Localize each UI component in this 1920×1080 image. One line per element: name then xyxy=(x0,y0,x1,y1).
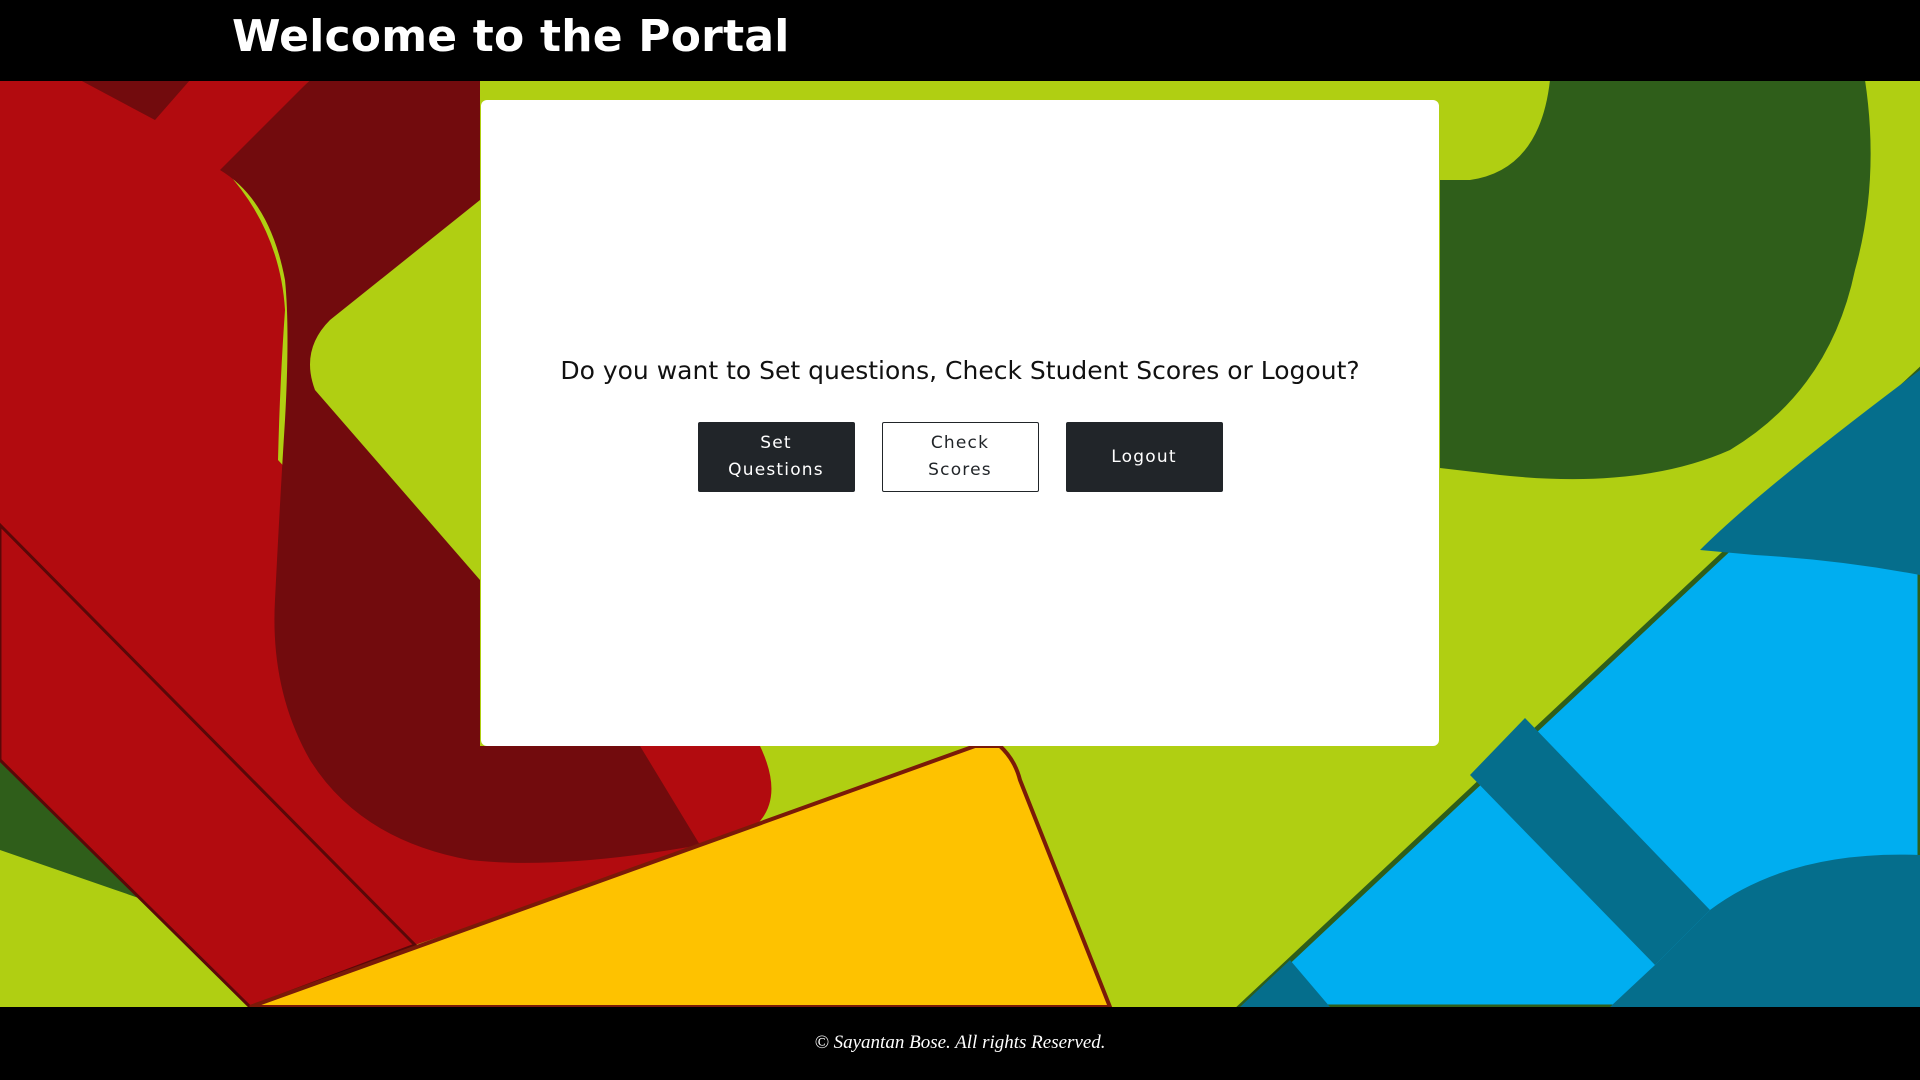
action-button-group: Set Questions Check Scores Logout xyxy=(481,422,1439,492)
choice-card: Do you want to Set questions, Check Stud… xyxy=(481,100,1439,746)
top-header: Welcome to the Portal xyxy=(0,0,1920,81)
set-questions-button[interactable]: Set Questions xyxy=(697,422,855,492)
page-footer: © Sayantan Bose. All rights Reserved. xyxy=(0,1007,1920,1080)
check-scores-button[interactable]: Check Scores xyxy=(881,422,1039,492)
action-prompt: Do you want to Set questions, Check Stud… xyxy=(560,356,1360,385)
copyright-text: © Sayantan Bose. All rights Reserved. xyxy=(814,1032,1106,1053)
page-title: Welcome to the Portal xyxy=(232,11,790,62)
logout-button[interactable]: Logout xyxy=(1065,422,1223,492)
portal-page: Welcome to the Portal Do you want to Set… xyxy=(0,0,1920,1080)
